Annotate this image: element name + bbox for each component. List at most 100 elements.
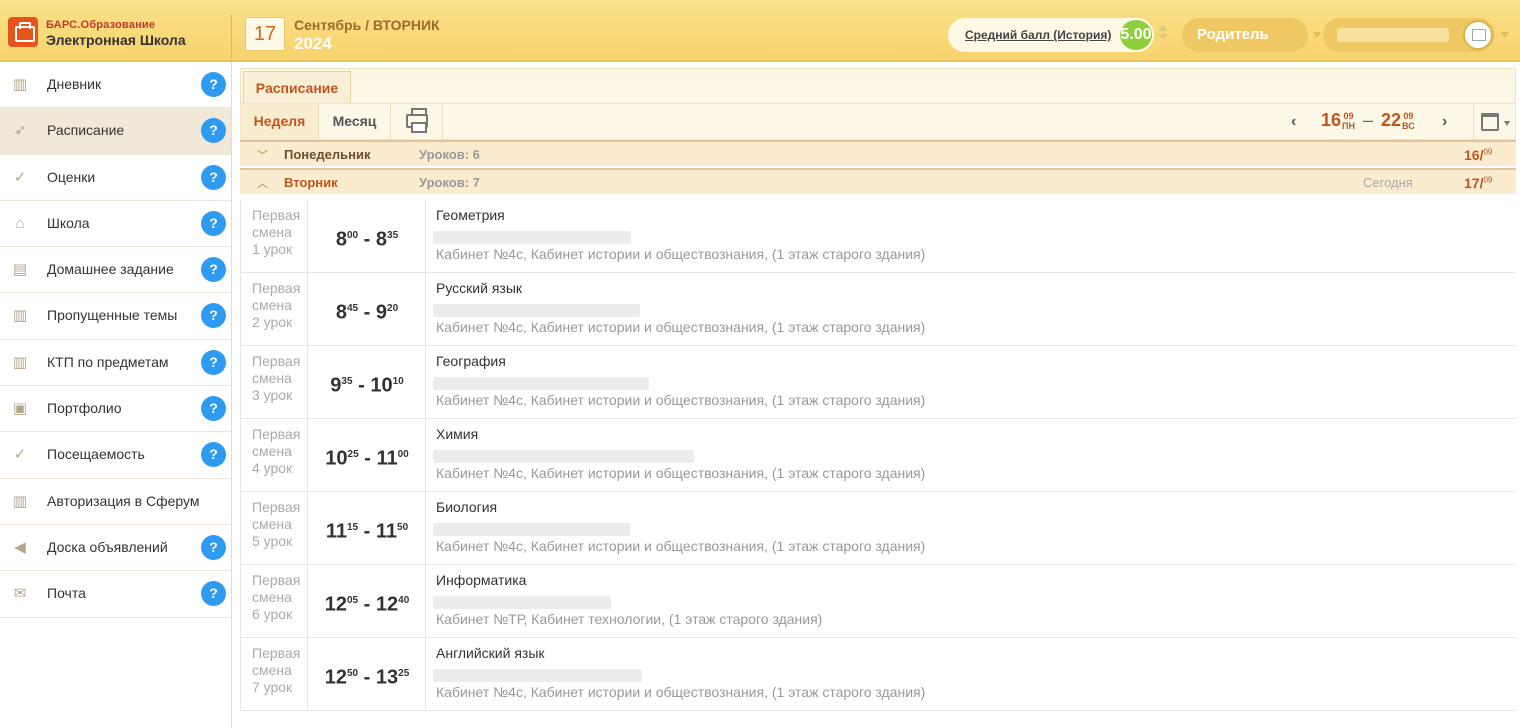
- sidebar-item-label: Дневник: [47, 76, 102, 92]
- teacher-name-redacted: [433, 596, 611, 609]
- range-end-day: 22: [1381, 110, 1402, 130]
- lesson-row[interactable]: Первая смена 4 урок 1025 - 1100 Химия Кабинет…: [240, 419, 1516, 492]
- lesson-time: 1250 - 1325: [309, 638, 426, 710]
- chevron-down-icon[interactable]: [1501, 32, 1509, 38]
- current-day-box: 17: [245, 17, 285, 51]
- help-icon[interactable]: ?: [201, 303, 226, 329]
- lesson-time: 1205 - 1240: [309, 565, 426, 637]
- print-button[interactable]: [391, 104, 443, 139]
- teacher-name-redacted: [433, 231, 631, 244]
- help-icon[interactable]: ?: [201, 396, 226, 422]
- help-icon[interactable]: ?: [201, 164, 226, 190]
- lesson-row[interactable]: Первая смена 6 урок 1205 - 1240 Информатика К…: [240, 565, 1516, 638]
- day-row[interactable]: ﹀ Понедельник Уроков: 6 16/09: [240, 140, 1516, 166]
- lesson-time: 935 - 1010: [309, 346, 426, 418]
- lesson-row[interactable]: Первая смена 5 урок 1115 - 1150 Биология Каби…: [240, 492, 1516, 565]
- help-icon[interactable]: ?: [201, 210, 226, 236]
- help-icon[interactable]: ?: [201, 442, 226, 468]
- arrow-up-icon[interactable]: [1158, 25, 1168, 31]
- subject-switcher-arrows[interactable]: [1158, 25, 1168, 40]
- help-icon[interactable]: ?: [201, 118, 226, 144]
- briefcase-icon: ▣: [12, 400, 28, 418]
- lesson-shift: Первая смена 7 урок: [241, 638, 308, 710]
- help-icon[interactable]: ?: [201, 257, 226, 283]
- sidebar-item-label: Авторизация в Сферум: [47, 492, 200, 509]
- sidebar-item[interactable]: ⌂ Школа?: [0, 201, 231, 248]
- teacher-name-redacted: [433, 450, 694, 463]
- top-header: БАРС.Образование Электронная Школа 17 Се…: [0, 0, 1520, 62]
- week-view-button[interactable]: Неделя: [241, 104, 319, 139]
- teacher-name-redacted: [433, 377, 649, 390]
- lesson-subject[interactable]: Биология: [436, 499, 497, 515]
- sidebar-item[interactable]: ▥ КТП по предметам?: [0, 340, 231, 387]
- sidebar-item[interactable]: ✉ Почта?: [0, 571, 231, 618]
- book-icon: ▥: [12, 492, 28, 510]
- sidebar-item[interactable]: ➶ Расписание?: [0, 108, 231, 155]
- chevron-up-icon[interactable]: ︿: [257, 175, 268, 191]
- avatar[interactable]: [1463, 20, 1493, 50]
- header-divider: [231, 14, 232, 58]
- help-icon[interactable]: ?: [201, 72, 226, 97]
- sidebar-item[interactable]: ▤ Домашнее задание?: [0, 247, 231, 294]
- chevron-down-icon[interactable]: ﹀: [257, 147, 268, 163]
- day-date: 16/09: [1464, 147, 1493, 163]
- help-icon[interactable]: ?: [201, 349, 226, 375]
- sidebar-item[interactable]: ✓ Оценки?: [0, 155, 231, 201]
- building-icon: ⌂: [15, 214, 25, 232]
- next-week-button[interactable]: ›: [1442, 113, 1447, 131]
- lesson-subject[interactable]: Химия: [436, 426, 478, 442]
- sidebar-item[interactable]: ▥ Пропущенные темы?: [0, 293, 231, 340]
- previous-week-button[interactable]: ‹: [1291, 113, 1296, 131]
- average-score-widget[interactable]: Средний балл (История) 5.00: [948, 18, 1154, 52]
- lesson-subject[interactable]: Геометрия: [436, 207, 505, 223]
- today-label: Сегодня: [1363, 175, 1413, 190]
- sidebar-item[interactable]: ▥ Авторизация в Сферум: [0, 479, 231, 525]
- month-view-button[interactable]: Месяц: [319, 104, 391, 139]
- range-start-weekday: ПН: [1342, 121, 1355, 131]
- teacher-name-redacted: [433, 669, 642, 682]
- sidebar-item-label: Расписание: [47, 122, 125, 139]
- lesson-row[interactable]: Первая смена 3 урок 935 - 1010 География Каби…: [240, 346, 1516, 419]
- chevron-down-icon[interactable]: [1504, 121, 1510, 126]
- year-label: 2024: [294, 34, 332, 53]
- sidebar-item-label: Доска объявлений: [47, 538, 168, 555]
- briefcase-logo-icon[interactable]: [8, 17, 38, 47]
- lesson-count: Уроков: 7: [419, 175, 480, 190]
- lesson-time: 800 - 835: [309, 200, 426, 272]
- lesson-number: 4 урок: [252, 460, 293, 476]
- day-row[interactable]: ︿ Вторник Уроков: 7 Сегодня 17/09: [240, 168, 1516, 194]
- lesson-subject[interactable]: Русский язык: [436, 280, 522, 296]
- chevron-down-icon[interactable]: [1313, 32, 1321, 38]
- lesson-number: 3 урок: [252, 387, 293, 403]
- lesson-number: 6 урок: [252, 606, 293, 622]
- printer-icon: [406, 108, 428, 133]
- help-icon[interactable]: ?: [201, 581, 226, 607]
- lesson-subject[interactable]: Информатика: [436, 572, 526, 588]
- day-name: Понедельник: [284, 147, 371, 162]
- role-selector[interactable]: Родитель: [1182, 18, 1308, 52]
- arrow-down-icon[interactable]: [1158, 34, 1168, 40]
- brand-bottom-text: Электронная Школа: [46, 32, 186, 48]
- lesson-room: Кабинет №4с, Кабинет истории и обществоз…: [436, 538, 926, 554]
- lesson-subject[interactable]: География: [436, 353, 506, 369]
- paper-plane-icon: ➶: [13, 122, 27, 140]
- lesson-room: Кабинет №4с, Кабинет истории и обществоз…: [436, 392, 926, 408]
- lesson-row[interactable]: Первая смена 1 урок 800 - 835 Геометрия Кабин…: [240, 200, 1516, 273]
- schedule-toolbar: Неделя Месяц ‹ 16 09 ПН –22 09 ВС ›: [240, 103, 1516, 140]
- help-icon[interactable]: ?: [201, 534, 226, 560]
- sidebar-item[interactable]: ◀ Доска объявлений?: [0, 525, 231, 572]
- lesson-count: Уроков: 6: [419, 147, 480, 162]
- sidebar-item-label: КТП по предметам: [47, 353, 169, 370]
- sidebar-item[interactable]: ▣ Портфолио?: [0, 386, 231, 433]
- tab-schedule[interactable]: Расписание: [243, 71, 351, 104]
- lesson-number: 5 урок: [252, 533, 293, 549]
- lesson-subject[interactable]: Английский язык: [436, 645, 545, 661]
- lesson-row[interactable]: Первая смена 7 урок 1250 - 1325 Английский я…: [240, 638, 1516, 711]
- calendar-icon[interactable]: [1481, 113, 1499, 131]
- lesson-shift: Первая смена 6 урок: [241, 565, 308, 637]
- sidebar-item[interactable]: ✓ Посещаемость?: [0, 432, 231, 479]
- sidebar-item[interactable]: ▥ Дневник?: [0, 62, 231, 109]
- lesson-shift: Первая смена 1 урок: [241, 200, 308, 272]
- lesson-row[interactable]: Первая смена 2 урок 845 - 920 Русский язык Ка…: [240, 273, 1516, 346]
- average-score-label[interactable]: Средний балл (История): [965, 28, 1111, 42]
